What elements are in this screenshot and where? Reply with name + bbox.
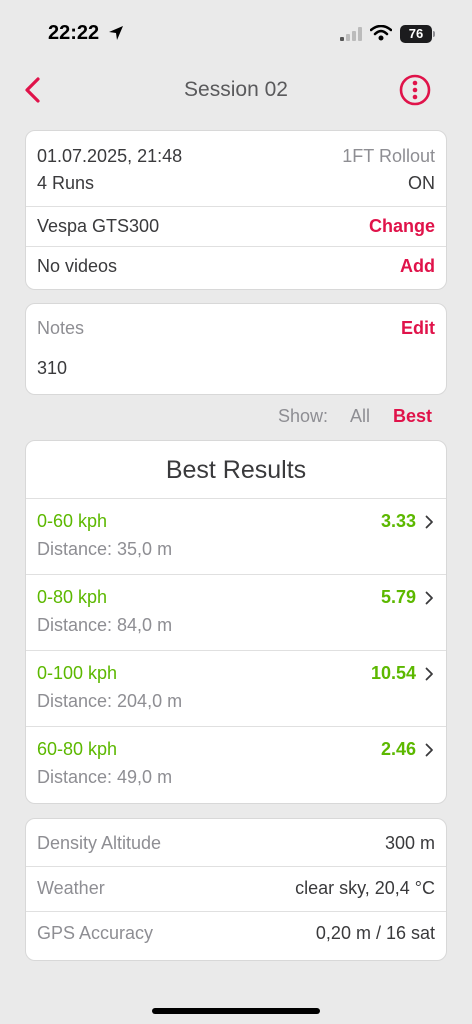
- results-filter: Show: All Best: [0, 404, 472, 432]
- chevron-right-icon: [425, 515, 433, 529]
- battery-cap: [433, 31, 435, 37]
- result-name: 0-100 kph: [37, 663, 118, 683]
- videos-status: No videos: [37, 256, 118, 276]
- density-altitude-value: 300 m: [384, 833, 435, 853]
- filter-all-button[interactable]: All: [350, 406, 370, 427]
- result-row-0-80[interactable]: 0-80 kph Distance: 84,0 m 5.79: [26, 575, 446, 651]
- filter-label: Show:: [278, 406, 329, 426]
- vehicle-row: Vespa GTS300 Change: [26, 207, 446, 247]
- result-row-60-80[interactable]: 60-80 kph Distance: 49,0 m 2.46: [26, 727, 446, 803]
- notes-label: Notes: [37, 318, 85, 338]
- status-time: 22:22: [48, 22, 100, 44]
- gps-accuracy-value: 0,20 m / 16 sat: [315, 923, 435, 943]
- session-datetime: 01.07.2025, 21:48: [37, 146, 183, 166]
- change-vehicle-button[interactable]: Change: [369, 216, 435, 237]
- density-altitude-label: Density Altitude: [37, 833, 162, 853]
- chevron-right-icon: [425, 591, 433, 605]
- notes-card: Notes Edit 310: [25, 303, 447, 395]
- filter-best-button[interactable]: Best: [393, 406, 432, 427]
- result-time: 2.46: [380, 739, 416, 759]
- chevron-right-icon: [425, 667, 433, 681]
- result-name: 60-80 kph: [37, 739, 118, 759]
- signal-icon: [340, 27, 362, 41]
- best-results-card: Best Results 0-60 kph Distance: 35,0 m 3…: [25, 440, 447, 804]
- add-video-button[interactable]: Add: [400, 256, 435, 277]
- conditions-card: Density Altitude 300 m Weather clear sky…: [25, 818, 447, 961]
- gps-accuracy-row: GPS Accuracy 0,20 m / 16 sat: [26, 912, 446, 960]
- location-arrow-icon: [109, 26, 123, 40]
- result-distance: Distance: 204,0 m: [37, 691, 183, 711]
- session-runs: 4 Runs: [37, 173, 95, 193]
- more-options-icon[interactable]: [399, 74, 431, 106]
- result-distance: Distance: 35,0 m: [37, 539, 173, 559]
- result-time: 10.54: [370, 663, 416, 683]
- chevron-right-icon: [425, 743, 433, 757]
- result-row-0-100[interactable]: 0-100 kph Distance: 204,0 m 10.54: [26, 651, 446, 727]
- session-summary-row: 01.07.2025, 21:48 1FT Rollout 4 Runs ON: [26, 131, 446, 207]
- result-distance: Distance: 84,0 m: [37, 615, 173, 635]
- density-altitude-row: Density Altitude 300 m: [26, 819, 446, 867]
- status-bar: 22:22 76: [0, 0, 472, 60]
- result-name: 0-80 kph: [37, 587, 108, 607]
- result-name: 0-60 kph: [37, 511, 108, 531]
- nav-bar: Session 02: [0, 68, 472, 112]
- wifi-icon: [370, 25, 392, 41]
- gps-accuracy-label: GPS Accuracy: [37, 923, 154, 943]
- edit-notes-button[interactable]: Edit: [401, 318, 435, 339]
- session-info-card: 01.07.2025, 21:48 1FT Rollout 4 Runs ON …: [25, 130, 447, 290]
- weather-value: clear sky, 20,4 °C: [295, 878, 435, 898]
- rollout-label: 1FT Rollout: [342, 146, 435, 166]
- vehicle-name: Vespa GTS300: [37, 216, 160, 236]
- weather-row: Weather clear sky, 20,4 °C: [26, 867, 446, 912]
- home-indicator[interactable]: [152, 1008, 320, 1014]
- result-row-0-60[interactable]: 0-60 kph Distance: 35,0 m 3.33: [26, 499, 446, 575]
- result-time: 3.33: [380, 511, 416, 531]
- rollout-value: ON: [408, 173, 435, 193]
- result-time: 5.79: [380, 587, 416, 607]
- notes-text: 310: [37, 358, 68, 378]
- best-results-title: Best Results: [26, 441, 446, 499]
- videos-row: No videos Add: [26, 247, 446, 289]
- result-distance: Distance: 49,0 m: [37, 767, 173, 787]
- battery-icon: 76: [400, 25, 432, 43]
- weather-label: Weather: [37, 878, 105, 898]
